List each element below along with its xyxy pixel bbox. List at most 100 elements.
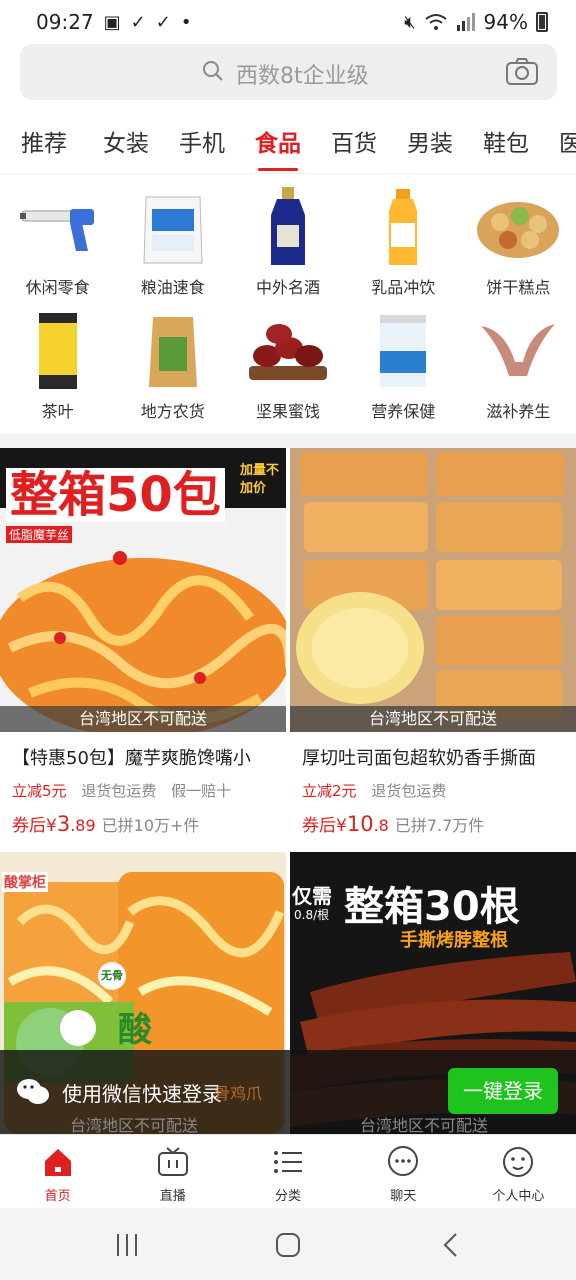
- category-label: 乳品冲饮: [371, 278, 436, 297]
- delivery-note: 台湾地区不可配送: [290, 706, 576, 732]
- category-item[interactable]: 茶叶: [0, 306, 115, 430]
- tab-recommend[interactable]: 推荐: [0, 116, 88, 173]
- nav-live[interactable]: 直播: [115, 1135, 230, 1208]
- search-icon: [203, 61, 223, 81]
- tab-men[interactable]: 男装: [392, 116, 468, 173]
- product-image-headline: 整箱50包: [6, 468, 225, 522]
- deer-antler-icon: [481, 324, 556, 376]
- category-label: 营养保健: [371, 402, 436, 421]
- product-card[interactable]: 台湾地区不可配送 厚切吐司面包超软奶香手撕面 立减2元 退货包运费 券后¥10.…: [290, 448, 576, 848]
- tab-medicine[interactable]: 医药: [544, 116, 576, 173]
- price-row: 券后¥3.89 已拼10万+件: [12, 811, 286, 836]
- nav-home[interactable]: 首页: [0, 1135, 115, 1208]
- nav-chat[interactable]: 聊天: [346, 1135, 461, 1208]
- nav-categories[interactable]: 分类: [230, 1135, 345, 1208]
- nav-label: 聊天: [390, 1189, 417, 1204]
- category-label: 中外名酒: [255, 278, 320, 297]
- pastry-tray-icon: [477, 202, 560, 258]
- delivery-note: 台湾地区不可配送: [0, 706, 286, 732]
- search-input[interactable]: 西数8t企业级: [236, 58, 369, 90]
- price-decimal: .8: [373, 816, 389, 835]
- search-bar[interactable]: 西数8t企业级: [20, 44, 557, 100]
- product-image-subtext: 低脂魔芋丝: [6, 526, 73, 543]
- bottom-navigation: 首页 直播 分类 聊天 个人中心: [0, 1134, 576, 1208]
- section-divider: [0, 434, 576, 448]
- milk-powder-can-icon: [380, 315, 427, 387]
- recent-apps-icon[interactable]: [112, 1230, 142, 1260]
- product-title: 【特惠50包】魔芋爽脆馋嘴小: [12, 748, 251, 769]
- category-item[interactable]: 乳品冲饮: [346, 182, 461, 306]
- price-decimal: .89: [70, 816, 96, 835]
- login-prompt: 使用微信快速登录: [62, 1082, 222, 1106]
- price-integer: 3: [56, 812, 71, 836]
- brand-label: 酸掌柜: [2, 872, 48, 892]
- category-label: 粮油速食: [140, 278, 205, 297]
- discount-tag: 立减5元: [12, 782, 67, 800]
- guarantee-tag: 假一赔十: [171, 782, 232, 800]
- category-item[interactable]: 地方农货: [115, 306, 230, 430]
- category-label: 休闲零食: [25, 278, 90, 297]
- category-label: 饼干糕点: [486, 278, 551, 297]
- app-screen: 09:27 ▣ ✓ ✓ • 🔇︎ 94% 西数8t企业级 推荐 女装 手机 食品…: [0, 0, 576, 1280]
- price-currency: ¥: [336, 816, 347, 836]
- toy-gun-icon: [19, 209, 94, 251]
- category-item[interactable]: 营养保健: [346, 306, 461, 430]
- one-click-login-button[interactable]: 一键登录: [448, 1068, 558, 1114]
- tab-general[interactable]: 百货: [316, 116, 392, 173]
- back-icon[interactable]: [436, 1230, 466, 1260]
- category-item[interactable]: 中外名酒: [230, 182, 345, 306]
- battery-percent: 94%: [483, 10, 528, 34]
- sold-count: 已拼10万+件: [101, 816, 200, 835]
- return-tag: 退货包运费: [371, 782, 447, 800]
- system-navigation-bar: [0, 1208, 576, 1280]
- check-icon: ✓: [155, 11, 171, 33]
- check-icon: ✓: [130, 11, 146, 33]
- category-item[interactable]: 滋补养生: [461, 306, 576, 430]
- tab-bags[interactable]: 鞋包: [468, 116, 544, 173]
- tea-bag-icon: [148, 317, 197, 387]
- home-button-icon[interactable]: [273, 1230, 303, 1260]
- profile-icon: [503, 1147, 534, 1177]
- category-item[interactable]: 休闲零食: [0, 182, 115, 306]
- tv-icon: [157, 1147, 188, 1176]
- product-image: 整箱50包 低脂魔芋丝 加量不加价 台湾地区不可配送: [0, 448, 286, 732]
- list-icon: [274, 1151, 302, 1173]
- product-title: 厚切吐司面包超软奶香手撕面: [302, 748, 536, 769]
- product-image-headline: 整箱30根: [344, 884, 520, 930]
- nav-label: 分类: [275, 1189, 302, 1204]
- battery-icon: [536, 12, 548, 32]
- product-image: 台湾地区不可配送: [290, 448, 576, 732]
- category-item[interactable]: 粮油速食: [115, 182, 230, 306]
- category-label: 滋补养生: [486, 402, 551, 421]
- discount-tag: 立减2元: [302, 782, 357, 800]
- price-row: 券后¥10.8 已拼7.7万件: [302, 811, 576, 836]
- product-tags: 立减5元 退货包运费 假一赔十: [12, 780, 286, 801]
- return-tag: 退货包运费: [81, 782, 157, 800]
- nav-profile[interactable]: 个人中心: [461, 1135, 576, 1208]
- chat-icon: [388, 1146, 419, 1176]
- nav-label: 直播: [159, 1189, 186, 1204]
- product-card[interactable]: 整箱50包 低脂魔芋丝 加量不加价 台湾地区不可配送 【特惠50包】魔芋爽脆馋嘴…: [0, 448, 286, 848]
- category-item[interactable]: 饼干糕点: [461, 182, 576, 306]
- dates-icon: [248, 324, 327, 380]
- camera-icon[interactable]: [505, 56, 539, 86]
- category-item[interactable]: 坚果蜜饯: [230, 306, 345, 430]
- delivery-note: 台湾地区不可配送: [70, 1116, 199, 1135]
- product-image-badge: 无骨: [98, 962, 126, 990]
- tab-women[interactable]: 女装: [88, 116, 164, 173]
- signal-icon: [456, 13, 475, 31]
- wechat-login-banner: 使用微信快速登录 骨鸡爪 台湾地区不可配送 台湾地区不可配送 一键登录: [0, 1050, 576, 1135]
- price-label: 券后: [302, 816, 336, 836]
- home-icon: [44, 1149, 71, 1176]
- covered-product-caption: 骨鸡爪: [214, 1084, 263, 1103]
- product-image-sidetext: 加量不加价: [240, 463, 280, 496]
- price-currency: ¥: [46, 816, 57, 836]
- flour-bag-icon: [143, 196, 203, 264]
- tab-phones[interactable]: 手机: [164, 116, 240, 173]
- nav-label: 首页: [44, 1189, 71, 1204]
- wifi-icon: [424, 14, 447, 30]
- juice-bottle-icon: [389, 189, 418, 265]
- delivery-note: 台湾地区不可配送: [360, 1116, 489, 1135]
- product-image-subtext: 手撕烤脖整根: [400, 930, 508, 951]
- tab-food[interactable]: 食品: [240, 116, 316, 173]
